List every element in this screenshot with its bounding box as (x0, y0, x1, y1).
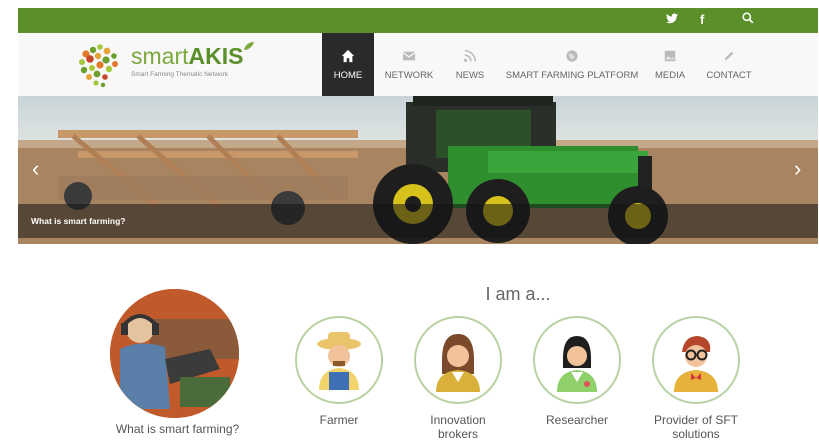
hero-slider[interactable]: What is smart farming? ‹ › (18, 96, 818, 244)
farmer-avatar-icon (317, 332, 361, 390)
nav-contact[interactable]: CONTACT (702, 33, 756, 96)
logo-wordmark: smartAKIS (131, 43, 243, 70)
nav-media-label: MEDIA (654, 69, 686, 81)
pencil-icon (724, 51, 734, 60)
researcher-avatar-icon (557, 336, 597, 392)
feature-label[interactable]: What is smart farming? (95, 422, 260, 436)
nav-home-label: HOME (333, 69, 363, 81)
persona-innovation-brokers[interactable] (414, 316, 502, 404)
persona-innovation-brokers-label[interactable]: Innovation brokers (403, 413, 513, 441)
envelope-icon (402, 51, 416, 60)
persona-sft-provider[interactable] (652, 316, 740, 404)
nav-smart-farming-platform[interactable]: SMART FARMING PLATFORM (504, 33, 640, 96)
nav-network-label: NETWORK (384, 69, 434, 81)
site-header: smartAKIS Smart Farming Thematic Network… (18, 33, 818, 96)
nav-contact-label: CONTACT (706, 69, 752, 81)
nav-news-label: NEWS (455, 69, 485, 81)
persona-researcher-line1: Researcher (545, 413, 609, 427)
hero-caption[interactable]: What is smart farming? (31, 216, 125, 226)
farmer-with-headphones-image (110, 289, 239, 418)
image-icon (664, 50, 676, 61)
persona-farmer[interactable] (295, 316, 383, 404)
logo-brand-bold: AKIS (188, 43, 244, 69)
nav-home[interactable]: HOME (322, 33, 374, 96)
persona-sft-provider-line1: Provider of SFT (653, 413, 739, 427)
persona-sft-provider-line2: solutions (672, 427, 720, 441)
home-icon (341, 49, 355, 62)
logo[interactable]: smartAKIS Smart Farming Thematic Network (76, 41, 266, 89)
hero-caption-bar: What is smart farming? (18, 204, 818, 238)
innovation-broker-avatar-icon (436, 334, 480, 392)
search-icon[interactable] (742, 12, 754, 27)
persona-sft-provider-label[interactable]: Provider of SFT solutions (641, 413, 751, 441)
slider-next-arrow-icon[interactable]: › (794, 156, 801, 182)
smart-farming-feature-image[interactable] (110, 289, 239, 418)
slider-prev-arrow-icon[interactable]: ‹ (32, 156, 39, 182)
facebook-icon[interactable]: f (700, 12, 704, 27)
persona-heading: I am a... (485, 284, 551, 304)
logo-tagline: Smart Farming Thematic Network (131, 71, 229, 78)
twitter-icon[interactable] (666, 12, 678, 27)
top-bar: f (18, 8, 818, 33)
persona-researcher-label[interactable]: Researcher (522, 413, 632, 427)
rss-icon (464, 49, 477, 62)
persona-innovation-brokers-line2: brokers (437, 427, 478, 441)
page: f smartAKIS Smart Farming Thematic Netwo… (0, 0, 819, 443)
nav-news[interactable]: NEWS (448, 33, 492, 96)
persona-researcher[interactable] (533, 316, 621, 404)
persona-farmer-label[interactable]: Farmer (284, 413, 394, 427)
nav-media[interactable]: MEDIA (650, 33, 690, 96)
persona-farmer-line1: Farmer (319, 413, 359, 427)
logo-brand-light: smart (131, 43, 189, 69)
logo-mark-icon (79, 44, 118, 88)
persona-innovation-brokers-line1: Innovation (430, 413, 486, 427)
globe-icon (566, 49, 578, 62)
nav-network[interactable]: NETWORK (380, 33, 438, 96)
leaf-icon (244, 42, 254, 50)
nav-smart-farming-platform-label: SMART FARMING PLATFORM (505, 69, 639, 81)
sft-provider-avatar-icon (674, 336, 718, 392)
